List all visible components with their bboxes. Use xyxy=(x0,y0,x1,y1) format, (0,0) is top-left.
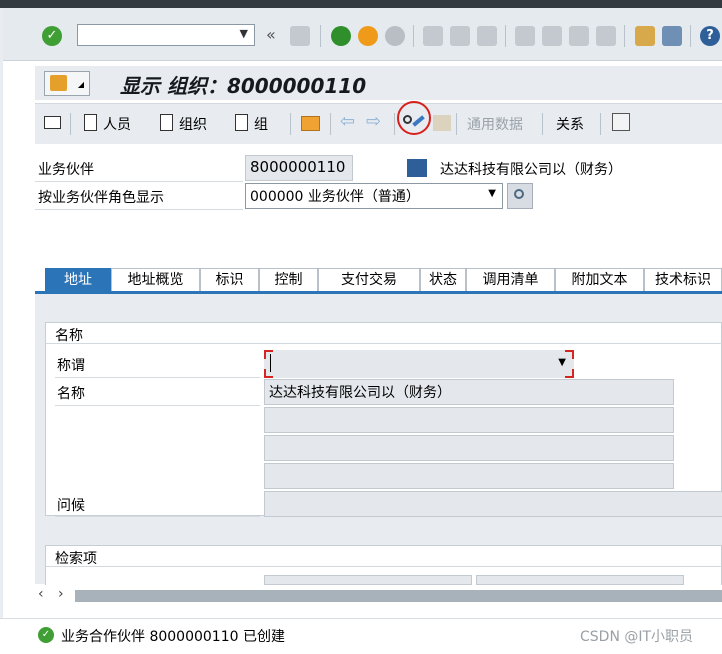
chevron-down-icon[interactable]: ▼ xyxy=(240,27,248,40)
find-icon[interactable] xyxy=(450,26,470,46)
toolbar-separator xyxy=(600,113,601,135)
scroll-left-icon[interactable]: ‹ xyxy=(38,586,44,602)
group-create-icon xyxy=(235,114,248,131)
highlight-circle xyxy=(397,101,431,135)
collapse-icon[interactable]: « xyxy=(266,25,276,44)
salutation-select[interactable]: ▼ xyxy=(264,350,574,378)
tab-identification[interactable]: 标识 xyxy=(200,268,259,291)
tab-address-overview[interactable]: 地址概览 xyxy=(111,268,200,291)
person-create-icon xyxy=(84,114,97,131)
label-underline xyxy=(35,181,243,182)
help-icon[interactable]: ? xyxy=(700,26,720,46)
chevron-down-icon[interactable]: ▼ xyxy=(488,188,496,199)
tab-strip: 地址 地址概览 标识 控制 支付交易 状态 调用清单 附加文本 技术标识 xyxy=(35,268,722,292)
print-icon[interactable] xyxy=(423,26,443,46)
toolbar-separator xyxy=(394,113,395,135)
search-icon xyxy=(514,189,524,199)
name-line-4 xyxy=(264,463,674,489)
role-select-value: 000000 业务伙伴（普通） xyxy=(250,189,420,205)
toolbar-separator xyxy=(624,25,625,47)
toolbar-separator xyxy=(70,113,71,135)
previous-page-icon[interactable] xyxy=(542,26,562,46)
watermark: CSDN @IT小职员 xyxy=(580,629,694,645)
switch-view-icon[interactable] xyxy=(44,116,61,129)
cancel-icon[interactable] xyxy=(385,26,405,46)
scrollbar-thumb[interactable] xyxy=(75,590,722,602)
chevron-down-icon: ◢ xyxy=(77,80,84,89)
toolbar-separator xyxy=(542,113,543,135)
tab-status[interactable]: 状态 xyxy=(420,268,466,291)
toolbar-separator xyxy=(320,25,321,47)
search-role-button[interactable] xyxy=(507,183,533,209)
menu-icon xyxy=(50,75,67,91)
toolbar-separator xyxy=(290,113,291,135)
name-line-1: 达达科技有限公司以（财务） xyxy=(264,379,674,405)
toolbar-separator xyxy=(505,25,506,47)
person-button[interactable]: 人员 xyxy=(103,114,131,134)
new-session-icon[interactable] xyxy=(635,26,655,46)
next-arrow-icon[interactable]: ⇨ xyxy=(366,111,381,132)
bp-number-field: 8000000110 xyxy=(245,155,353,181)
tab-technical-id[interactable]: 技术标识 xyxy=(644,268,722,291)
toolbar-separator xyxy=(690,25,691,47)
relationship-icon xyxy=(433,115,451,131)
role-select[interactable]: 000000 业务伙伴（普通） ▼ xyxy=(245,183,503,209)
search-term-2 xyxy=(476,575,684,585)
tab-address[interactable]: 地址 xyxy=(45,268,111,291)
label-underline xyxy=(55,377,260,378)
people-icon[interactable] xyxy=(612,113,630,131)
role-label: 按业务伙伴角色显示 xyxy=(38,190,164,206)
scroll-right-icon[interactable]: › xyxy=(58,586,64,602)
toolbar-separator xyxy=(413,25,414,47)
toolbar-separator xyxy=(330,113,331,135)
salutation-label: 称谓 xyxy=(57,358,85,374)
organization-icon xyxy=(407,159,427,177)
toolbar-separator xyxy=(456,113,457,135)
organization-button[interactable]: 组织 xyxy=(179,114,207,134)
save-icon[interactable] xyxy=(290,26,310,46)
status-message: 业务合作伙伴 8000000110 已创建 xyxy=(61,629,285,645)
name-group-title: 名称 xyxy=(55,328,83,344)
tab-payment[interactable]: 支付交易 xyxy=(318,268,420,291)
chevron-down-icon[interactable]: ▼ xyxy=(558,357,566,368)
left-edge xyxy=(0,8,3,653)
group-title-line xyxy=(46,343,722,344)
tab-control[interactable]: 控制 xyxy=(259,268,318,291)
window-top-strip xyxy=(0,0,722,8)
tab-additional-text[interactable]: 附加文本 xyxy=(555,268,644,291)
command-field[interactable]: ▼ xyxy=(77,24,255,46)
menu-button[interactable]: ◢ xyxy=(44,71,90,96)
open-folder-icon[interactable] xyxy=(301,116,320,131)
first-page-icon[interactable] xyxy=(515,26,535,46)
label-underline xyxy=(55,516,260,517)
group-title-line xyxy=(46,566,722,567)
success-icon: ✓ xyxy=(38,627,54,643)
search-term-1 xyxy=(264,575,472,585)
name-line-2 xyxy=(264,407,674,433)
greeting-field xyxy=(264,491,722,517)
name-line-3 xyxy=(264,435,674,461)
exit-icon[interactable] xyxy=(358,26,378,46)
previous-arrow-icon[interactable]: ⇦ xyxy=(340,111,355,132)
name-label: 名称 xyxy=(57,386,85,402)
enter-icon[interactable]: ✓ xyxy=(42,26,62,46)
label-underline xyxy=(35,209,243,210)
greeting-label: 问候 xyxy=(57,498,85,514)
last-page-icon[interactable] xyxy=(596,26,616,46)
relations-button[interactable]: 关系 xyxy=(556,114,584,134)
next-page-icon[interactable] xyxy=(569,26,589,46)
page-title: 显示 组织：8000000110 xyxy=(120,74,367,98)
search-terms-title: 检索项 xyxy=(55,551,97,567)
back-icon[interactable] xyxy=(331,26,351,46)
text-cursor xyxy=(270,354,271,372)
find-next-icon[interactable] xyxy=(477,26,497,46)
shortcut-icon[interactable] xyxy=(662,26,682,46)
group-button[interactable]: 组 xyxy=(254,114,268,134)
bp-name: 达达科技有限公司以（财务） xyxy=(440,162,622,178)
tab-call-list[interactable]: 调用清单 xyxy=(466,268,555,291)
organization-create-icon xyxy=(160,114,173,131)
bp-label: 业务伙伴 xyxy=(38,162,94,178)
label-underline xyxy=(55,405,260,406)
general-data-button[interactable]: 通用数据 xyxy=(467,114,523,134)
